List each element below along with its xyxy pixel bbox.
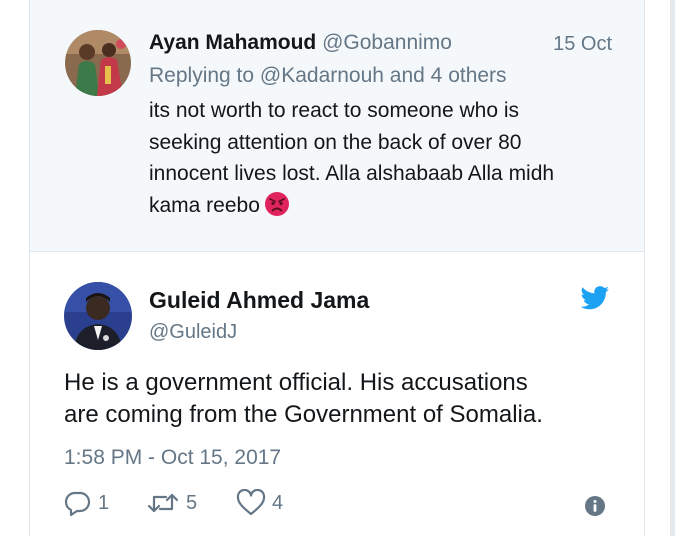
like-count: 4 <box>272 491 284 514</box>
reply-author-handle[interactable]: @Gobannimo <box>322 31 452 54</box>
reply-date[interactable]: 15 Oct <box>553 33 612 56</box>
replying-to[interactable]: Replying to @Kadarnouh and 4 others <box>149 64 507 88</box>
retweet-icon[interactable] <box>146 489 180 517</box>
tweet-author-name[interactable]: Guleid Ahmed Jama <box>149 287 369 314</box>
right-gutter-edge <box>670 0 675 536</box>
ayan-avatar[interactable] <box>65 30 131 96</box>
retweet-count: 5 <box>186 491 198 514</box>
tweet-text: He is a government official. His accusat… <box>64 367 624 431</box>
reply-author[interactable]: Ayan Mahamoud @Gobannimo <box>149 31 452 55</box>
reply-text: its not worth to react to someone who is… <box>149 95 619 221</box>
reply-text-line: its not worth to react to someone who is <box>149 99 520 122</box>
reply-count: 1 <box>98 491 110 514</box>
reply-text-line: seeking attention on the back of over 80 <box>149 130 522 154</box>
angry-face-icon <box>264 191 290 217</box>
tweet-author-handle[interactable]: @GuleidJ <box>149 321 237 344</box>
reply-text-line: innocent lives lost. Alla alshabaab Alla… <box>149 162 555 185</box>
tweet-text-line: He is a government official. His accusat… <box>64 369 528 396</box>
reply-author-name[interactable]: Ayan Mahamoud <box>149 31 316 54</box>
reply-text-line-with-emoji: kama reebo <box>149 190 619 222</box>
guleid-avatar[interactable] <box>64 282 132 350</box>
like-action[interactable]: 4 <box>236 488 283 518</box>
info-icon[interactable] <box>584 495 606 517</box>
retweet-action[interactable]: 5 <box>146 488 197 518</box>
tweet-timestamp[interactable]: 1:58 PM - Oct 15, 2017 <box>64 446 281 470</box>
reply-text-line: kama reebo <box>149 193 260 217</box>
timeline-right-border <box>644 0 645 536</box>
heart-icon[interactable] <box>236 489 266 517</box>
reply-icon[interactable] <box>64 489 92 517</box>
reply-action[interactable]: 1 <box>64 488 109 518</box>
tweet-divider <box>30 251 644 252</box>
tweet-text-line: are coming from the Government of Somali… <box>64 401 543 428</box>
twitter-bird-icon[interactable] <box>580 286 610 310</box>
